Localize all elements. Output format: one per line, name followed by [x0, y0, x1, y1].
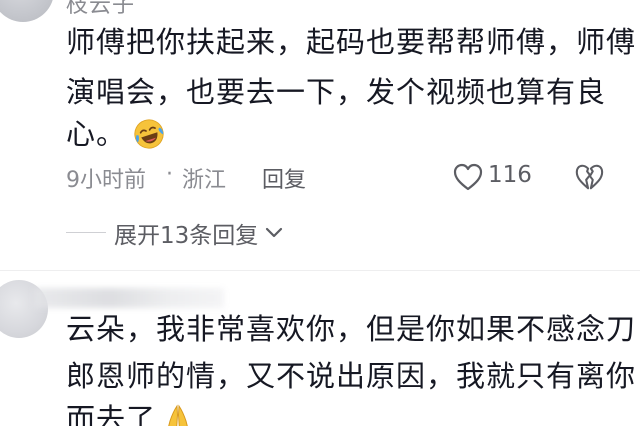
comment-text-line-last: 而去了	[66, 394, 194, 426]
expand-replies-button[interactable]: 展开13条回复	[114, 216, 284, 250]
laughing-crying-emoji-icon	[134, 119, 164, 149]
broken-heart-icon[interactable]	[574, 162, 604, 192]
praying-hands-icon	[168, 404, 188, 426]
expand-replies-label: 展开13条回复	[114, 223, 259, 249]
comment-text-line: 心。	[66, 117, 127, 151]
divider-line	[66, 232, 106, 233]
comment-divider	[0, 270, 640, 271]
reply-button[interactable]: 回复	[262, 162, 306, 194]
avatar[interactable]	[0, 0, 54, 22]
like-count: 116	[488, 162, 532, 188]
comment-time: 9小时前	[66, 168, 146, 193]
comment-text-line: 云朵，我非常喜欢你，但是你如果不感念刀	[66, 312, 637, 346]
separator-dot: ·	[166, 162, 173, 187]
comment-location: 浙江	[182, 168, 227, 193]
comment-list: 枝云子 师傅把你扶起来，起码也要帮帮师傅，师傅 演唱会，也要去一下，发个视频也算…	[0, 0, 640, 426]
heart-icon[interactable]	[452, 162, 484, 192]
chevron-down-icon	[266, 227, 283, 238]
comment-text-line: 师傅把你扶起来，起码也要帮帮师傅，师傅	[66, 25, 637, 59]
comment-text-line-last: 心。	[66, 109, 166, 159]
expand-replies: 展开13条回复	[66, 214, 366, 250]
comment-text-line: 而去了	[66, 402, 157, 426]
comment-meta: 9小时前 · 浙江 回复 116	[66, 160, 626, 194]
